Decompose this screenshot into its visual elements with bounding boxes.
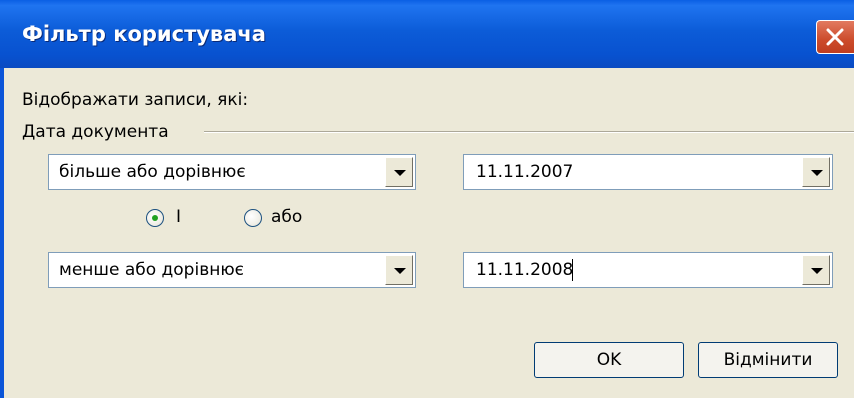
operator-select-1[interactable]: більше або дорівнює (48, 154, 416, 190)
ok-button[interactable]: OK (534, 342, 684, 378)
operator-value-2: менше або дорівнює (59, 260, 244, 280)
date-value-1: 11.11.2007 (476, 162, 574, 182)
operator-value-1: більше або дорівнює (59, 162, 246, 182)
dialog-heading: Відображати записи, які: (22, 90, 249, 110)
chevron-down-icon[interactable] (802, 255, 830, 285)
date-select-2[interactable]: 11.11.2008 (463, 252, 833, 288)
group-label: Дата документа (22, 122, 169, 142)
chevron-down-icon[interactable] (802, 157, 830, 187)
radio-and[interactable] (146, 209, 164, 227)
chevron-down-icon[interactable] (385, 255, 413, 285)
radio-and-label: І (176, 207, 182, 227)
close-button[interactable] (816, 20, 854, 54)
radio-or-label: або (271, 207, 303, 227)
operator-select-2[interactable]: менше або дорівнює (48, 252, 416, 288)
radio-or[interactable] (244, 209, 262, 227)
window-frame (0, 68, 4, 398)
close-icon (826, 28, 844, 46)
date-select-1[interactable]: 11.11.2007 (463, 154, 833, 190)
date-value-2[interactable]: 11.11.2008 (476, 260, 573, 280)
filter-dialog: Фільтр користувача Відображати записи, я… (0, 0, 854, 398)
group-divider (204, 131, 854, 133)
chevron-down-icon[interactable] (385, 157, 413, 187)
window-title: Фільтр користувача (22, 22, 266, 46)
title-bar[interactable]: Фільтр користувача (0, 0, 854, 68)
text-caret (572, 259, 573, 281)
cancel-button[interactable]: Відмінити (698, 342, 838, 378)
